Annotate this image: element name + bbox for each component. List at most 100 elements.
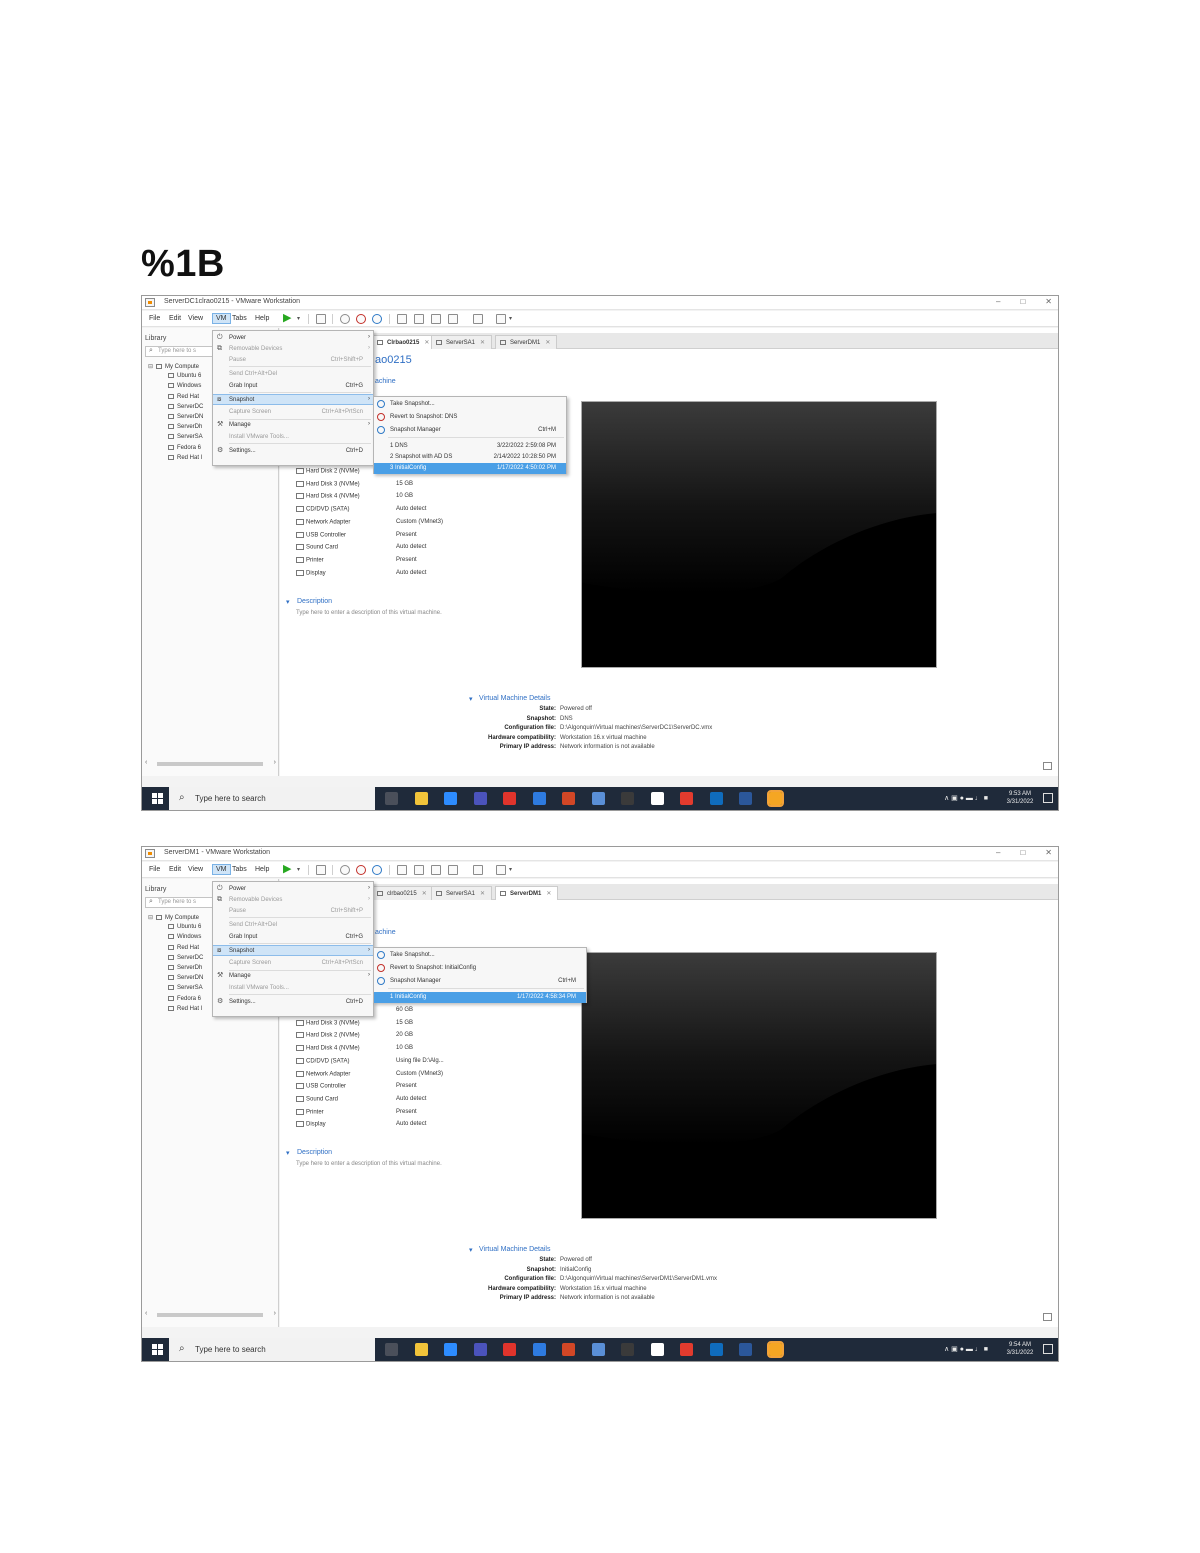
- windows-start-icon[interactable]: [152, 793, 163, 804]
- device-row[interactable]: Hard Disk 3 (NVMe): [296, 480, 360, 492]
- vm-menu-item-pause[interactable]: Pause Ctrl+Shift+P: [213, 355, 373, 366]
- taskbar-search-input[interactable]: ⌕ Type here to search: [169, 1338, 375, 1361]
- file-explorer-icon[interactable]: [414, 792, 428, 805]
- library-tree-item[interactable]: ServerDh: [168, 424, 202, 433]
- terminal-icon[interactable]: [621, 792, 634, 805]
- tab-serverdm1[interactable]: ServerDM1 ✕: [495, 335, 558, 349]
- library-tree-item[interactable]: Ubuntu 6: [168, 924, 201, 933]
- show-library-icon[interactable]: [397, 314, 407, 324]
- menu-file[interactable]: File: [149, 315, 160, 322]
- menu-help[interactable]: Help: [255, 315, 269, 322]
- snapshot-list-item[interactable]: 2 Snapshot with AD DS 2/14/2022 10:28:50 …: [374, 452, 566, 463]
- thumbnail-bar-icon[interactable]: [414, 865, 424, 875]
- close-tab-icon[interactable]: ✕: [422, 891, 427, 897]
- menu-edit[interactable]: Edit: [169, 866, 181, 873]
- console-view-icon[interactable]: [473, 865, 483, 875]
- scroll-left-icon[interactable]: ‹: [145, 759, 147, 766]
- device-row[interactable]: Printer: [296, 1108, 324, 1120]
- minimize-icon[interactable]: –: [996, 848, 1000, 857]
- menu-help[interactable]: Help: [255, 866, 269, 873]
- outlook-icon[interactable]: [709, 1343, 723, 1356]
- word-icon[interactable]: [739, 792, 752, 805]
- vm-menu-item-power[interactable]: ⏻ Power ›: [213, 333, 373, 344]
- notifications-icon[interactable]: [1043, 793, 1053, 803]
- vm-menu-item-grab-input[interactable]: Grab Input Ctrl+G: [213, 932, 373, 943]
- snapshot-list-item[interactable]: 3 InitialConfig 1/17/2022 4:50:02 PM: [374, 463, 566, 474]
- take-snapshot-icon[interactable]: [340, 314, 350, 324]
- library-scrollbar[interactable]: ‹ ›: [145, 1310, 276, 1319]
- vm-screen-preview[interactable]: [581, 952, 937, 1219]
- acrobat-icon[interactable]: [503, 792, 516, 805]
- vmware-icon[interactable]: [766, 1341, 784, 1358]
- device-row[interactable]: USB Controller: [296, 531, 346, 543]
- send-ctrl-alt-del-icon[interactable]: [316, 865, 326, 875]
- library-scrollbar[interactable]: ‹ ›: [145, 759, 276, 768]
- snapshot-menu-item[interactable]: Snapshot Manager Ctrl+M: [374, 976, 586, 987]
- snapshot-menu-item[interactable]: Revert to Snapshot: InitialConfig: [374, 963, 586, 974]
- teams-icon[interactable]: [473, 792, 487, 805]
- scroll-right-icon[interactable]: ›: [274, 759, 276, 766]
- vm-menu-item-manage[interactable]: ⚒ Manage ›: [213, 971, 373, 982]
- power-dropdown-icon[interactable]: ▾: [297, 866, 300, 873]
- snapshot-menu-item[interactable]: Take Snapshot...: [374, 950, 586, 961]
- library-tree-item[interactable]: ServerSA: [168, 985, 203, 994]
- paint-icon[interactable]: [532, 1343, 546, 1356]
- vm-screen-preview[interactable]: [581, 401, 937, 668]
- close-tab-icon[interactable]: ✕: [424, 340, 429, 346]
- settings-icon[interactable]: [650, 792, 664, 805]
- taskbar-search-input[interactable]: ⌕ Type here to search: [169, 787, 375, 810]
- scroll-right-icon[interactable]: ›: [274, 1310, 276, 1317]
- teams-icon[interactable]: [473, 1343, 487, 1356]
- scrollbar-thumb[interactable]: [157, 1313, 263, 1317]
- device-row[interactable]: Hard Disk 2 (NVMe): [296, 1032, 360, 1043]
- windows-start-icon[interactable]: [152, 1344, 163, 1355]
- device-row[interactable]: Network Adapter: [296, 1070, 350, 1082]
- collapse-details-icon[interactable]: ▾: [469, 1246, 473, 1254]
- console-view-icon[interactable]: [473, 314, 483, 324]
- snapshot-manager-icon[interactable]: [372, 314, 382, 324]
- file-explorer-icon[interactable]: [414, 1343, 428, 1356]
- library-tree-item[interactable]: Fedora 6: [168, 444, 201, 454]
- tab-clrbao0215[interactable]: Clrbao0215 ✕: [372, 335, 437, 349]
- tab-serversa1[interactable]: ServerSA1 ✕: [431, 886, 493, 900]
- acrobat-icon[interactable]: [503, 1343, 516, 1356]
- vm-menu-item-removable-devices[interactable]: ⧉ Removable Devices ›: [213, 895, 373, 906]
- library-tree-item[interactable]: Red Hat: [168, 944, 199, 954]
- device-row[interactable]: Hard Disk 4 (NVMe): [296, 1045, 360, 1056]
- chrome-icon[interactable]: [680, 1343, 693, 1356]
- menu-vm[interactable]: VM: [212, 313, 231, 324]
- tab-clrbao0215[interactable]: clrbao0215 ✕: [372, 886, 434, 900]
- device-row[interactable]: Hard Disk 3 (NVMe): [296, 1019, 360, 1031]
- library-tree-item[interactable]: Windows: [168, 383, 201, 392]
- vm-menu-item-removable-devices[interactable]: ⧉ Removable Devices ›: [213, 344, 373, 355]
- revert-snapshot-icon[interactable]: [356, 314, 366, 324]
- snapshot-menu-item[interactable]: Revert to Snapshot: DNS: [374, 412, 566, 423]
- terminal-icon[interactable]: [621, 1343, 634, 1356]
- library-tree-item[interactable]: ServerDN: [168, 414, 203, 423]
- vm-menu-item-send-ctrl-alt-del[interactable]: Send Ctrl+Alt+Del: [213, 920, 373, 931]
- library-tree-item[interactable]: Windows: [168, 934, 201, 943]
- scrollbar-thumb[interactable]: [157, 762, 263, 766]
- menu-vm[interactable]: VM: [212, 864, 231, 875]
- snapshot-menu-item[interactable]: Snapshot Manager Ctrl+M: [374, 425, 566, 436]
- full-screen-icon[interactable]: [431, 865, 441, 875]
- vm-menu-item-pause[interactable]: Pause Ctrl+Shift+P: [213, 906, 373, 917]
- minimize-icon[interactable]: –: [996, 297, 1000, 306]
- stretch-guest-icon[interactable]: [496, 314, 506, 324]
- chrome-icon[interactable]: [680, 792, 693, 805]
- details-heading[interactable]: Virtual Machine Details: [479, 695, 550, 702]
- take-snapshot-icon[interactable]: [340, 865, 350, 875]
- meet-icon[interactable]: [591, 792, 605, 805]
- snapshot-list-item[interactable]: 1 DNS 3/22/2022 2:59:08 PM: [374, 441, 566, 452]
- library-tree-item[interactable]: ServerDC: [168, 954, 203, 964]
- device-row[interactable]: Sound Card: [296, 544, 338, 555]
- task-view-icon[interactable]: [385, 1343, 398, 1356]
- collapse-description-icon[interactable]: ▾: [286, 598, 290, 606]
- snapshot-menu-item[interactable]: Take Snapshot...: [374, 399, 566, 410]
- power-on-link[interactable]: achine: [375, 929, 396, 936]
- device-row[interactable]: CD/DVD (SATA): [296, 1057, 349, 1069]
- device-row[interactable]: Sound Card: [296, 1095, 338, 1107]
- menu-file[interactable]: File: [149, 866, 160, 873]
- close-tab-icon[interactable]: ✕: [546, 891, 551, 897]
- library-tree-item[interactable]: ⊟ My Compute: [148, 363, 199, 372]
